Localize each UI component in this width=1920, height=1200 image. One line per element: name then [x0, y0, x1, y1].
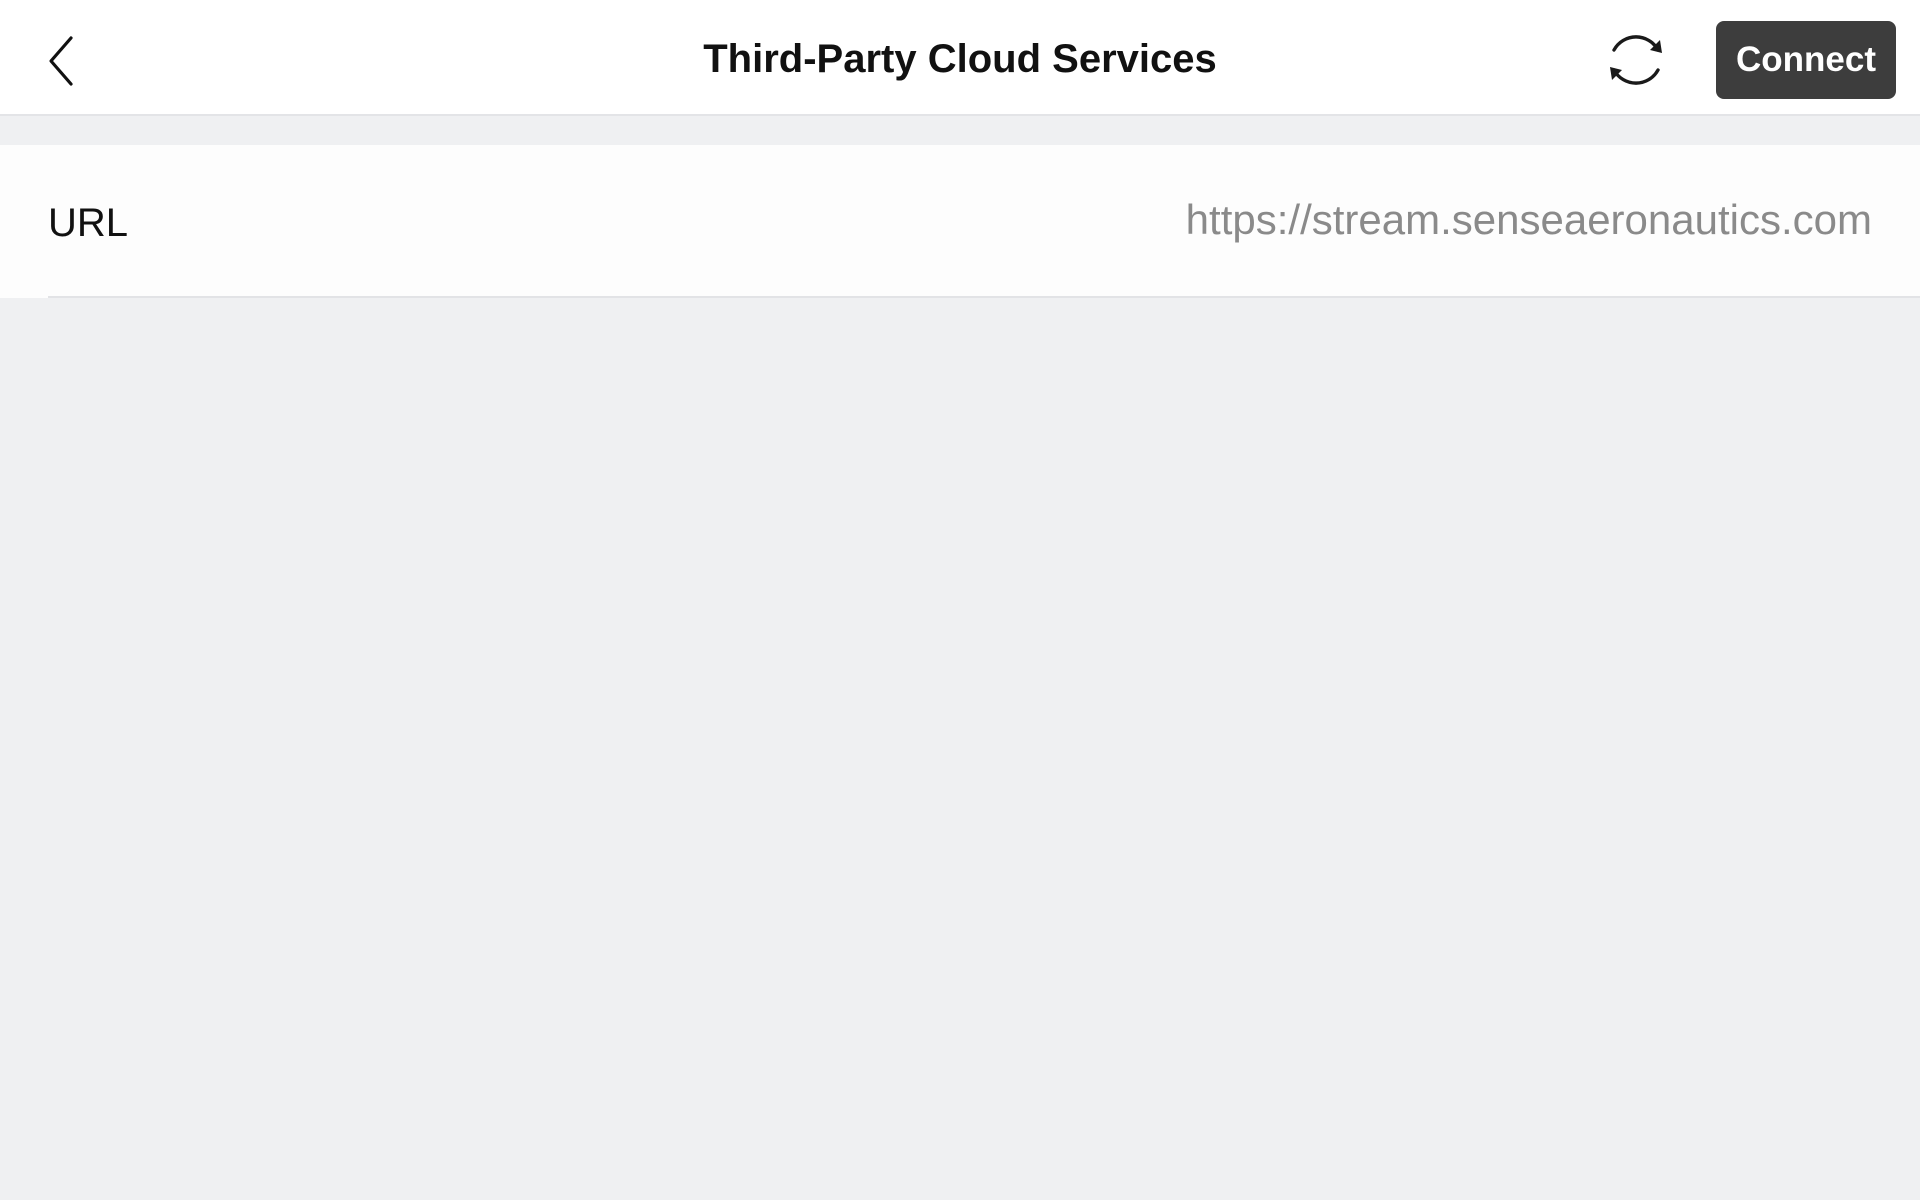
chevron-left-icon [30, 24, 94, 92]
row-divider [48, 296, 1920, 298]
url-input[interactable] [972, 145, 1872, 295]
empty-content-area [0, 300, 1920, 1200]
back-button[interactable] [30, 24, 94, 92]
app-window: Third-Party Cloud Services Connect URL [0, 0, 1920, 1200]
refresh-icon [1604, 28, 1668, 92]
refresh-button[interactable] [1604, 28, 1668, 92]
top-bar: Third-Party Cloud Services Connect [0, 0, 1920, 116]
url-label: URL [48, 201, 129, 245]
url-row: URL [0, 145, 1920, 298]
connect-button[interactable]: Connect [1716, 21, 1896, 99]
